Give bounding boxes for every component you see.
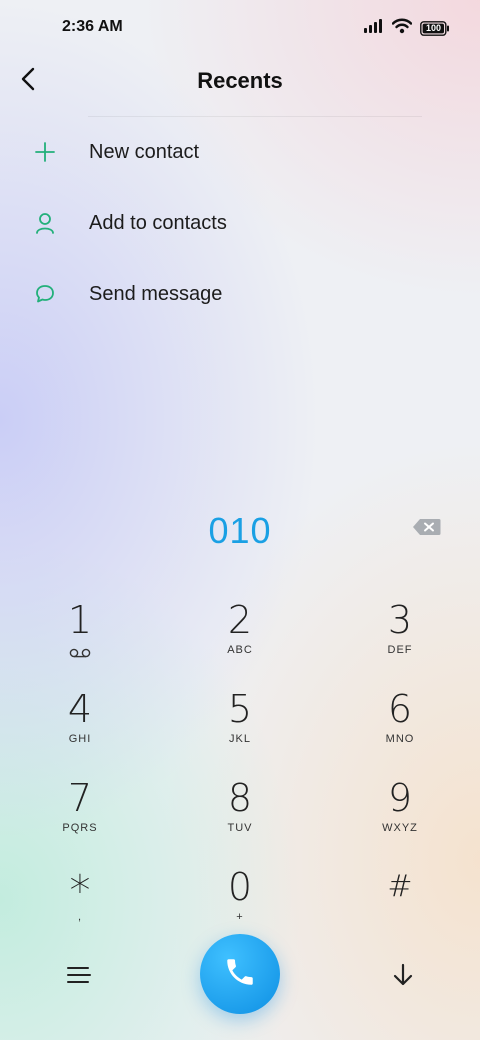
battery-icon: 100 bbox=[420, 21, 450, 36]
add-to-contacts-label: Add to contacts bbox=[89, 211, 227, 234]
phone-icon bbox=[223, 955, 257, 994]
bottom-bar bbox=[0, 932, 480, 1022]
send-message-action[interactable]: Send message bbox=[0, 264, 480, 324]
key-letters: JKL bbox=[229, 733, 251, 745]
key-1[interactable]: 1 bbox=[10, 598, 150, 678]
key-letters: WXYZ bbox=[382, 822, 418, 834]
key-5[interactable]: 5 JKL bbox=[170, 687, 310, 767]
status-icons: 100 bbox=[364, 18, 450, 39]
arrow-down-icon bbox=[392, 963, 414, 992]
key-7[interactable]: 7 PQRS bbox=[10, 776, 150, 856]
status-time: 2:36 AM bbox=[62, 18, 123, 35]
header: Recents bbox=[0, 56, 480, 108]
key-digit: 1 bbox=[67, 598, 93, 642]
key-letters: DEF bbox=[387, 644, 413, 656]
key-letters: PQRS bbox=[62, 822, 98, 834]
key-digit: 7 bbox=[67, 776, 93, 820]
key-digit: # bbox=[387, 869, 413, 904]
send-message-label: Send message bbox=[89, 282, 223, 305]
key-letters: + bbox=[236, 911, 244, 923]
key-letters: TUV bbox=[227, 822, 253, 834]
wifi-icon bbox=[391, 18, 413, 39]
key-6[interactable]: 6 MNO bbox=[330, 687, 470, 767]
menu-button[interactable] bbox=[62, 960, 96, 994]
key-letters: , bbox=[77, 911, 83, 923]
header-divider bbox=[88, 116, 422, 117]
key-digit: * bbox=[69, 866, 91, 915]
menu-icon bbox=[67, 966, 91, 989]
key-letters: GHI bbox=[68, 733, 92, 745]
key-digit: 0 bbox=[227, 865, 253, 909]
key-digit: 9 bbox=[387, 776, 413, 820]
call-button[interactable] bbox=[200, 934, 280, 1014]
key-4[interactable]: 4 GHI bbox=[10, 687, 150, 767]
key-letters: ABC bbox=[227, 644, 253, 656]
page-title: Recents bbox=[197, 68, 283, 93]
backspace-icon[interactable] bbox=[412, 516, 442, 538]
key-digit: 3 bbox=[387, 598, 413, 642]
dialed-number: 010 bbox=[208, 510, 272, 551]
key-digit: 8 bbox=[227, 776, 253, 820]
message-bubble-icon bbox=[32, 281, 58, 307]
key-digit: 5 bbox=[227, 687, 253, 731]
signal-icon bbox=[364, 19, 384, 38]
key-digit: 6 bbox=[387, 687, 413, 731]
plus-icon bbox=[32, 139, 58, 165]
voicemail-icon bbox=[68, 646, 92, 658]
status-bar: 2:36 AM 100 bbox=[0, 0, 480, 56]
battery-level: 100 bbox=[425, 23, 442, 33]
person-icon bbox=[32, 210, 58, 236]
key-3[interactable]: 3 DEF bbox=[330, 598, 470, 678]
key-digit: 2 bbox=[227, 598, 253, 642]
new-contact-action[interactable]: New contact bbox=[0, 122, 480, 182]
key-8[interactable]: 8 TUV bbox=[170, 776, 310, 856]
add-to-contacts-action[interactable]: Add to contacts bbox=[0, 193, 480, 253]
new-contact-label: New contact bbox=[89, 140, 200, 163]
collapse-keypad-button[interactable] bbox=[386, 960, 420, 994]
key-2[interactable]: 2 ABC bbox=[170, 598, 310, 678]
number-display: 010 bbox=[0, 502, 480, 556]
key-9[interactable]: 9 WXYZ bbox=[330, 776, 470, 856]
key-digit: 4 bbox=[67, 687, 93, 731]
key-letters: MNO bbox=[385, 733, 415, 745]
